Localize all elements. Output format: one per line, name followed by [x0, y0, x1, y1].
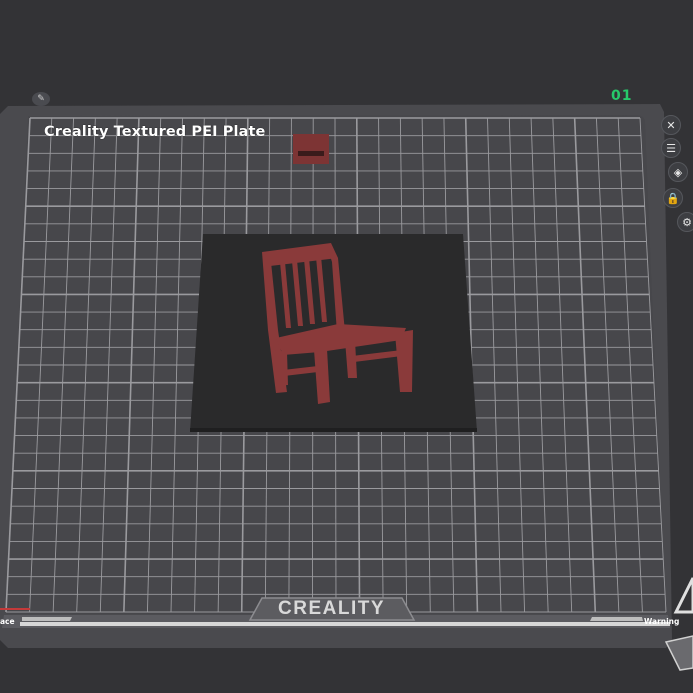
close-icon: ✕: [666, 118, 676, 132]
warning-triangle-icon: [673, 577, 693, 614]
view-cube-icon: [664, 635, 693, 671]
auto-arrange-icon: ◈: [673, 165, 683, 179]
settings-icon: ⚙: [682, 215, 692, 229]
lock-plate-button[interactable]: 🔒: [663, 188, 683, 208]
close-plate-button[interactable]: ✕: [661, 115, 681, 135]
warning-label: Warning: [644, 617, 680, 626]
left-edge-label: ace: [0, 617, 15, 626]
brand-logo-text: CREALITY: [278, 598, 385, 619]
plate-settings-button[interactable]: ⚙: [677, 212, 693, 232]
model-base-edge: [190, 428, 477, 432]
plate-number-label: 01: [611, 88, 633, 104]
plate-name-label: Creality Textured PEI Plate: [44, 124, 266, 140]
pencil-icon: ✎: [37, 94, 45, 104]
plate-front-bevel: [22, 617, 72, 621]
edit-plate-name-button[interactable]: ✎: [32, 92, 50, 106]
build-plate-viewport[interactable]: [0, 0, 693, 693]
small-object-slot: [298, 151, 324, 156]
object-list-button[interactable]: ☰: [661, 138, 681, 158]
small-object[interactable]: [293, 134, 329, 164]
plate-front-stripe: [20, 622, 670, 626]
list-icon: ☰: [666, 141, 676, 155]
lock-icon: 🔒: [666, 191, 680, 205]
auto-arrange-button[interactable]: ◈: [668, 162, 688, 182]
plate-front-bevel-right: [590, 617, 643, 621]
